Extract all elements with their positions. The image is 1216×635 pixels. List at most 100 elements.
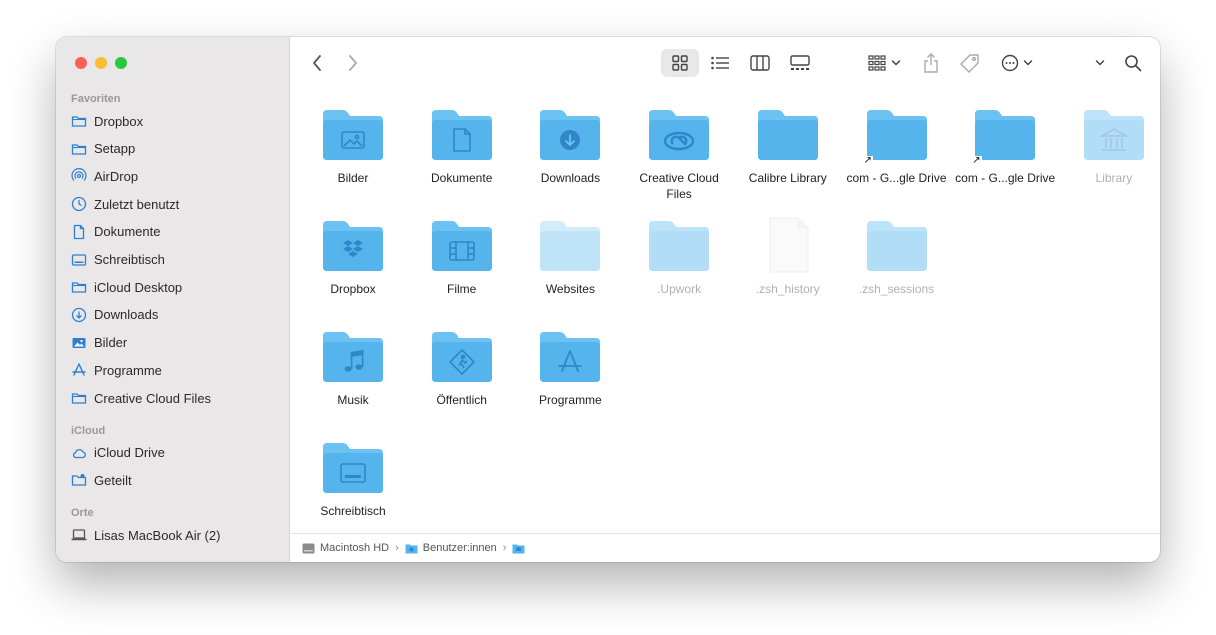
sidebar-item-label: iCloud Desktop: [94, 279, 183, 295]
list-view-button[interactable]: [701, 49, 739, 77]
overflow-chevron-button[interactable]: [1090, 49, 1110, 77]
sidebar-section-orte: Orte: [71, 507, 94, 520]
sidebar-item-geteilt[interactable]: Geteilt: [71, 469, 281, 491]
share-icon: [924, 53, 938, 73]
file-item[interactable]: Musik: [299, 328, 407, 408]
file-item[interactable]: Dropbox: [299, 217, 407, 297]
sidebar-item-dokumente[interactable]: Dokumente: [71, 221, 281, 243]
column-view-button[interactable]: [741, 49, 779, 77]
file-item[interactable]: .zsh_sessions: [843, 217, 951, 297]
file-item[interactable]: Dokumente: [408, 106, 516, 186]
sidebar-item-programme[interactable]: Programme: [71, 359, 281, 381]
sidebar-item-label: AirDrop: [94, 168, 139, 184]
forward-button[interactable]: [340, 49, 366, 77]
file-item-icon: [756, 217, 820, 273]
file-item-icon: [647, 106, 711, 162]
path-segment[interactable]: Benutzer:innen: [405, 542, 497, 554]
file-item-icon: [538, 106, 602, 162]
sidebar-item-label: iCloud Drive: [94, 445, 165, 461]
file-icon: [769, 217, 809, 273]
sidebar: Favoriten Dropbox Setapp AirDrop Zuletzt ben…: [56, 37, 290, 562]
sidebar-item-bilder[interactable]: Bilder: [71, 332, 281, 354]
file-item[interactable]: Creative Cloud Files: [625, 106, 733, 202]
alias-arrow-icon: ↗: [971, 155, 982, 166]
back-button[interactable]: [304, 49, 330, 77]
apps-icon: [72, 363, 86, 376]
file-item-label: Creative Cloud Files: [639, 171, 719, 201]
sidebar-item-label: Zuletzt benutzt: [94, 196, 180, 212]
file-item-icon: [865, 217, 929, 273]
share-button[interactable]: [918, 49, 944, 77]
file-item-icon: ↗: [971, 106, 1037, 166]
close-window-button[interactable]: [75, 57, 87, 69]
sidebar-item-schreibtisch[interactable]: Schreibtisch: [71, 249, 281, 271]
file-item-label: com - G...gle Drive: [955, 171, 1056, 185]
sidebar-item-label: Bilder: [94, 335, 128, 351]
file-item-label: .zsh_history: [755, 282, 820, 296]
file-item[interactable]: Library: [1060, 106, 1160, 186]
sidebar-item-icloud-desktop[interactable]: iCloud Desktop: [71, 276, 281, 298]
folder-icon: [71, 116, 87, 127]
tag-icon: [960, 54, 979, 73]
airdrop-icon: [71, 168, 87, 182]
sidebar-item-setapp[interactable]: Setapp: [71, 138, 281, 160]
photo-icon: [72, 337, 86, 348]
file-item[interactable]: Programme: [516, 328, 624, 408]
file-item[interactable]: ↗ com - G...gle Drive: [951, 106, 1059, 186]
gallery-view-button[interactable]: [781, 49, 819, 77]
laptop-icon: [71, 529, 87, 541]
sidebar-item-lisas-macbook-air-2-[interactable]: Lisas MacBook Air (2): [71, 524, 281, 546]
file-item-icon: [647, 217, 711, 273]
file-item[interactable]: Öffentlich: [408, 328, 516, 408]
folder-icon: [405, 544, 418, 553]
sidebar-item-airdrop[interactable]: AirDrop: [71, 165, 281, 187]
sidebar-item-downloads[interactable]: Downloads: [71, 304, 281, 326]
sidebar-item-label: Programme: [94, 362, 162, 378]
shared-folder-icon: [71, 474, 87, 487]
document-icon: [73, 224, 85, 239]
sidebar-item-icloud-drive[interactable]: iCloud Drive: [71, 442, 281, 464]
file-item-label: Websites: [545, 282, 595, 296]
photo-icon: [341, 131, 365, 149]
apps-icon: [558, 350, 583, 372]
sidebar-item-dropbox[interactable]: Dropbox: [71, 110, 281, 132]
gallery-view-icon: [790, 55, 810, 70]
folder-icon: [540, 221, 601, 271]
path-segment-label: Benutzer:innen: [422, 542, 497, 554]
sidebar-item-zuletzt-benutzt[interactable]: Zuletzt benutzt: [71, 193, 281, 215]
chevron-down-icon: [1023, 60, 1033, 66]
group-button[interactable]: [864, 49, 904, 77]
path-separator-icon: ›: [502, 542, 507, 554]
file-item[interactable]: Downloads: [516, 106, 624, 186]
file-item[interactable]: Websites: [516, 217, 624, 297]
icon-view-button[interactable]: [661, 49, 699, 77]
file-item[interactable]: ↗ com - G...gle Drive: [843, 106, 951, 186]
toolbar: [290, 37, 1160, 89]
tag-button[interactable]: [956, 49, 984, 77]
sidebar-item-label: Geteilt: [94, 472, 132, 488]
path-segment[interactable]: Macintosh HD: [302, 542, 389, 554]
file-item[interactable]: Calibre Library: [734, 106, 842, 186]
file-item-label: Programme: [539, 393, 602, 407]
more-actions-button[interactable]: [995, 49, 1039, 77]
sidebar-item-creative-cloud-files[interactable]: Creative Cloud Files: [71, 387, 281, 409]
file-item[interactable]: .Upwork: [625, 217, 733, 297]
file-item[interactable]: Bilder: [299, 106, 407, 186]
file-item-icon: [321, 106, 385, 162]
file-item[interactable]: Schreibtisch: [299, 439, 407, 519]
zoom-window-button[interactable]: [115, 57, 127, 69]
file-item-icon: [430, 328, 494, 384]
file-item[interactable]: Filme: [408, 217, 516, 297]
sidebar-section-favoriten: Favoriten: [71, 93, 121, 105]
chevron-down-icon: [1095, 60, 1105, 66]
clock-icon: [71, 196, 87, 212]
hard-drive-icon: [302, 543, 315, 553]
alias-arrow-icon: ↗: [862, 155, 873, 166]
file-item-icon: [430, 106, 494, 162]
path-segment[interactable]: [512, 543, 530, 554]
more-icon: [1001, 54, 1019, 72]
file-item-icon: [538, 328, 602, 384]
file-item[interactable]: .zsh_history: [734, 217, 842, 297]
minimize-window-button[interactable]: [95, 57, 107, 69]
search-button[interactable]: [1120, 49, 1146, 77]
